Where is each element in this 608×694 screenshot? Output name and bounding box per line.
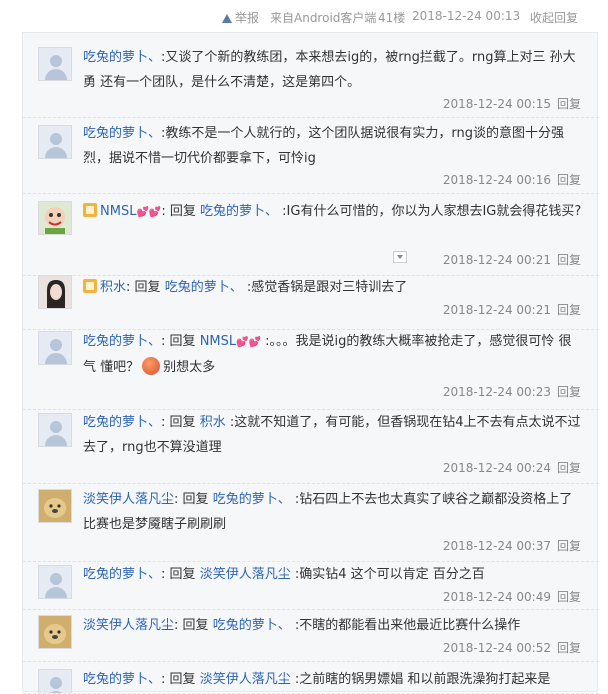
- reply-button[interactable]: 回复: [557, 303, 581, 317]
- comment-time: 2018-12-24 00:24: [442, 461, 551, 475]
- reply-button[interactable]: 回复: [557, 385, 581, 399]
- list-item: 吃兔的萝卜、: 回复 积水 :这就不知道了，有可能，但香锅现在钻4上不去有点太说…: [23, 409, 599, 484]
- username-link[interactable]: NMSL: [100, 204, 136, 219]
- avatar[interactable]: [38, 275, 72, 309]
- avatar[interactable]: [38, 125, 72, 159]
- reply-panel: 吃兔的萝卜、:又谈了个新的教练团，本来想去ig的，被rng拦截了。rng算上对三…: [22, 32, 599, 694]
- comment-text: :确实钻4 这个可以肯定 百分之百: [294, 567, 485, 582]
- avatar[interactable]: [38, 331, 72, 365]
- avatar[interactable]: [38, 413, 72, 447]
- avatar[interactable]: [38, 47, 72, 81]
- list-item: 积水: 回复 吃兔的萝卜、 :感觉香锅是跟对三特训去了 2018-12-24 0…: [23, 275, 599, 330]
- reply-button[interactable]: 回复: [557, 97, 581, 111]
- reply-button[interactable]: 回复: [557, 539, 581, 553]
- comment-text: :之前瞎的锅男嫖娼 和以前跟洗澡狗打起来是: [294, 672, 551, 687]
- member-badge-icon: [83, 279, 97, 293]
- list-item: 吃兔的萝卜、: 回复 NMSL💕💕 :。。。我是说ig的教练大概率被抢走了，感觉…: [23, 329, 599, 410]
- reply-button[interactable]: 回复: [557, 253, 581, 267]
- reply-button[interactable]: 回复: [557, 173, 581, 187]
- collapse-replies-link[interactable]: 收起回复: [530, 9, 578, 26]
- post-time: 2018-12-24 00:13: [412, 9, 521, 23]
- hearts-icon: 💕💕: [136, 207, 162, 218]
- avatar[interactable]: [38, 615, 72, 649]
- reply-target-link[interactable]: 吃兔的萝卜、: [213, 618, 291, 633]
- reply-target-link[interactable]: 淡笑伊人落凡尘: [200, 567, 291, 582]
- reply-target-link[interactable]: 积水: [200, 415, 226, 430]
- username-link[interactable]: 淡笑伊人落凡尘: [83, 618, 174, 633]
- reply-button[interactable]: 回复: [557, 461, 581, 475]
- reply-button[interactable]: 回复: [557, 590, 581, 604]
- emoji-icon: [142, 357, 161, 375]
- list-item: 吃兔的萝卜、: 回复 淡笑伊人落凡尘 :确实钻4 这个可以肯定 百分之百 201…: [23, 561, 599, 610]
- list-item: 淡笑伊人落凡尘: 回复 吃兔的萝卜、 :钻石四上不去也太真实了峡谷之巅都没资格上…: [23, 483, 599, 562]
- reply-target-link[interactable]: 吃兔的萝卜、: [200, 204, 278, 219]
- username-link[interactable]: 吃兔的萝卜、: [83, 567, 161, 582]
- list-item: 淡笑伊人落凡尘: 回复 吃兔的萝卜、 :不瞎的都能看出来他最近比赛什么操作 20…: [23, 609, 599, 662]
- warning-icon: [222, 14, 232, 23]
- expand-dropdown-icon[interactable]: [393, 251, 407, 263]
- username-link[interactable]: 吃兔的萝卜、: [83, 126, 161, 141]
- list-item: 吃兔的萝卜、: 回复 淡笑伊人落凡尘 :之前瞎的锅男嫖娼 和以前跟洗澡狗打起来是: [23, 661, 599, 694]
- floor-number: 41楼: [378, 11, 406, 25]
- list-item: 吃兔的萝卜、:又谈了个新的教练团，本来想去ig的，被rng拦截了。rng算上对三…: [23, 33, 599, 118]
- avatar[interactable]: [38, 201, 72, 235]
- reply-target-link[interactable]: 淡笑伊人落凡尘: [200, 672, 291, 687]
- username-link[interactable]: 吃兔的萝卜、: [83, 415, 161, 430]
- avatar[interactable]: [38, 669, 72, 693]
- comment-text-extra: 别想太多: [163, 360, 216, 375]
- username-link[interactable]: 吃兔的萝卜、: [83, 672, 161, 687]
- username-link[interactable]: 积水: [100, 280, 126, 295]
- comment-text: :IG有什么可惜的，你以为人家想去IG就会得花钱买?: [282, 204, 582, 219]
- comment-time: 2018-12-24 00:21: [442, 253, 551, 267]
- comment-time: 2018-12-24 00:16: [442, 173, 551, 187]
- reply-target-link[interactable]: NMSL: [200, 334, 236, 349]
- floor-header: 举报 来自Android客户端 41楼 2018-12-24 00:13 收起回…: [0, 0, 608, 32]
- list-item: NMSL💕💕: 回复 吃兔的萝卜、 :IG有什么可惜的，你以为人家想去IG就会得…: [23, 193, 599, 276]
- report-link[interactable]: 举报: [222, 9, 259, 26]
- reply-target-link[interactable]: 吃兔的萝卜、: [213, 492, 291, 507]
- hearts-icon: 💕💕: [236, 337, 262, 348]
- comment-time: 2018-12-24 00:23: [442, 385, 551, 399]
- username-link[interactable]: 吃兔的萝卜、: [83, 50, 161, 65]
- comment-text: :感觉香锅是跟对三特训去了: [246, 280, 408, 295]
- client-source: 来自Android客户端: [270, 11, 377, 25]
- reply-target-link[interactable]: 吃兔的萝卜、: [165, 280, 243, 295]
- comment-text: :不瞎的都能看出来他最近比赛什么操作: [294, 618, 521, 633]
- member-badge-icon: [83, 203, 97, 217]
- comment-time: 2018-12-24 00:52: [442, 641, 551, 655]
- comment-time: 2018-12-24 00:21: [442, 303, 551, 317]
- username-link[interactable]: 吃兔的萝卜、: [83, 334, 161, 349]
- comment-time: 2018-12-24 00:15: [442, 97, 551, 111]
- avatar[interactable]: [38, 489, 72, 523]
- avatar[interactable]: [38, 565, 72, 599]
- comment-time: 2018-12-24 00:37: [442, 539, 551, 553]
- reply-button[interactable]: 回复: [557, 641, 581, 655]
- username-link[interactable]: 淡笑伊人落凡尘: [83, 492, 174, 507]
- comment-time: 2018-12-24 00:49: [442, 590, 551, 604]
- list-item: 吃兔的萝卜、:教练不是一个人就行的，这个团队据说很有实力，rng谈的意图十分强烈…: [23, 117, 599, 194]
